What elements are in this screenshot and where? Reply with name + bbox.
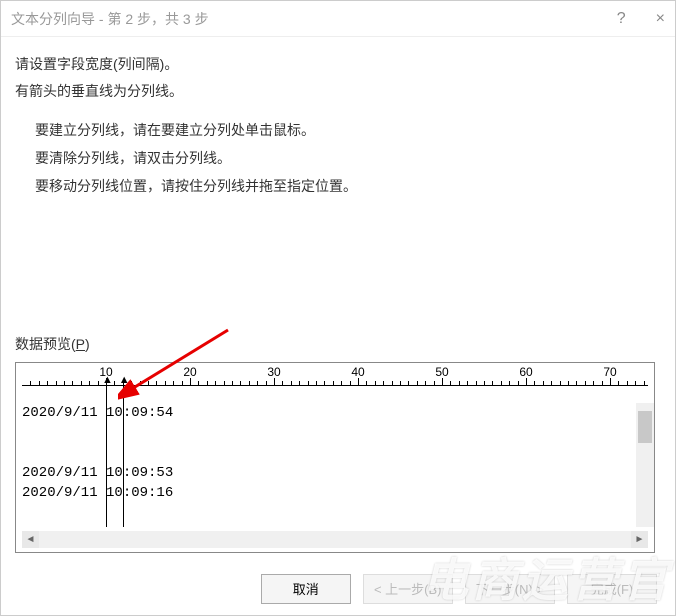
title-controls: ? × xyxy=(617,10,665,28)
column-break-line[interactable] xyxy=(106,403,107,527)
sub-instruction-line: 要移动分列线位置，请按住分列线并拖至指定位置。 xyxy=(35,172,655,200)
sub-instruction-line: 要建立分列线，请在要建立分列处单击鼠标。 xyxy=(35,116,655,144)
next-button[interactable]: 下一步(N) > xyxy=(465,574,555,604)
titlebar: 文本分列向导 - 第 2 步，共 3 步 ? × xyxy=(1,1,675,37)
data-row xyxy=(22,423,648,443)
help-icon[interactable]: ? xyxy=(617,10,626,28)
sub-instructions: 要建立分列线，请在要建立分列处单击鼠标。 要清除分列线，请双击分列线。 要移动分… xyxy=(15,116,655,200)
scroll-right-icon[interactable]: ► xyxy=(631,531,648,548)
finish-button[interactable]: 完成(F) xyxy=(567,574,657,604)
sub-instruction-line: 要清除分列线，请双击分列线。 xyxy=(35,144,655,172)
preview-box: 10203040506070▲▲ 2020/9/11 10:09:542020/… xyxy=(15,362,655,553)
vertical-scrollbar[interactable] xyxy=(636,403,654,527)
scroll-left-icon[interactable]: ◄ xyxy=(22,531,39,548)
dialog-title: 文本分列向导 - 第 2 步，共 3 步 xyxy=(11,9,617,29)
instruction-line: 有箭头的垂直线为分列线。 xyxy=(15,78,655,105)
horizontal-scrollbar[interactable]: ◄ ► xyxy=(22,531,648,548)
data-row xyxy=(22,443,648,463)
dialog-content: 请设置字段宽度(列间隔)。 有箭头的垂直线为分列线。 要建立分列线，请在要建立分… xyxy=(1,37,675,561)
text-to-columns-wizard-dialog: 文本分列向导 - 第 2 步，共 3 步 ? × 请设置字段宽度(列间隔)。 有… xyxy=(0,0,676,616)
instructions: 请设置字段宽度(列间隔)。 有箭头的垂直线为分列线。 xyxy=(15,51,655,104)
close-icon[interactable]: × xyxy=(656,10,665,28)
data-row: 2020/9/11 10:09:53 xyxy=(22,463,648,483)
button-row: 取消 < 上一步(B) 下一步(N) > 完成(F) xyxy=(1,561,675,615)
ruler[interactable]: 10203040506070▲▲ xyxy=(22,369,648,403)
scrollbar-thumb[interactable] xyxy=(638,411,652,443)
preview-label: 数据预览(P) xyxy=(15,334,655,354)
data-row: 2020/9/11 10:09:54 xyxy=(22,403,648,423)
column-break-line[interactable] xyxy=(123,403,124,527)
instruction-line: 请设置字段宽度(列间隔)。 xyxy=(15,51,655,78)
back-button[interactable]: < 上一步(B) xyxy=(363,574,453,604)
data-preview-area[interactable]: 2020/9/11 10:09:54 2020/9/11 10:09:532020… xyxy=(22,403,648,527)
column-break-marker[interactable]: ▲ xyxy=(106,386,107,403)
data-row: 2020/9/11 10:09:16 xyxy=(22,483,648,503)
cancel-button[interactable]: 取消 xyxy=(261,574,351,604)
column-break-marker[interactable]: ▲ xyxy=(123,386,124,403)
